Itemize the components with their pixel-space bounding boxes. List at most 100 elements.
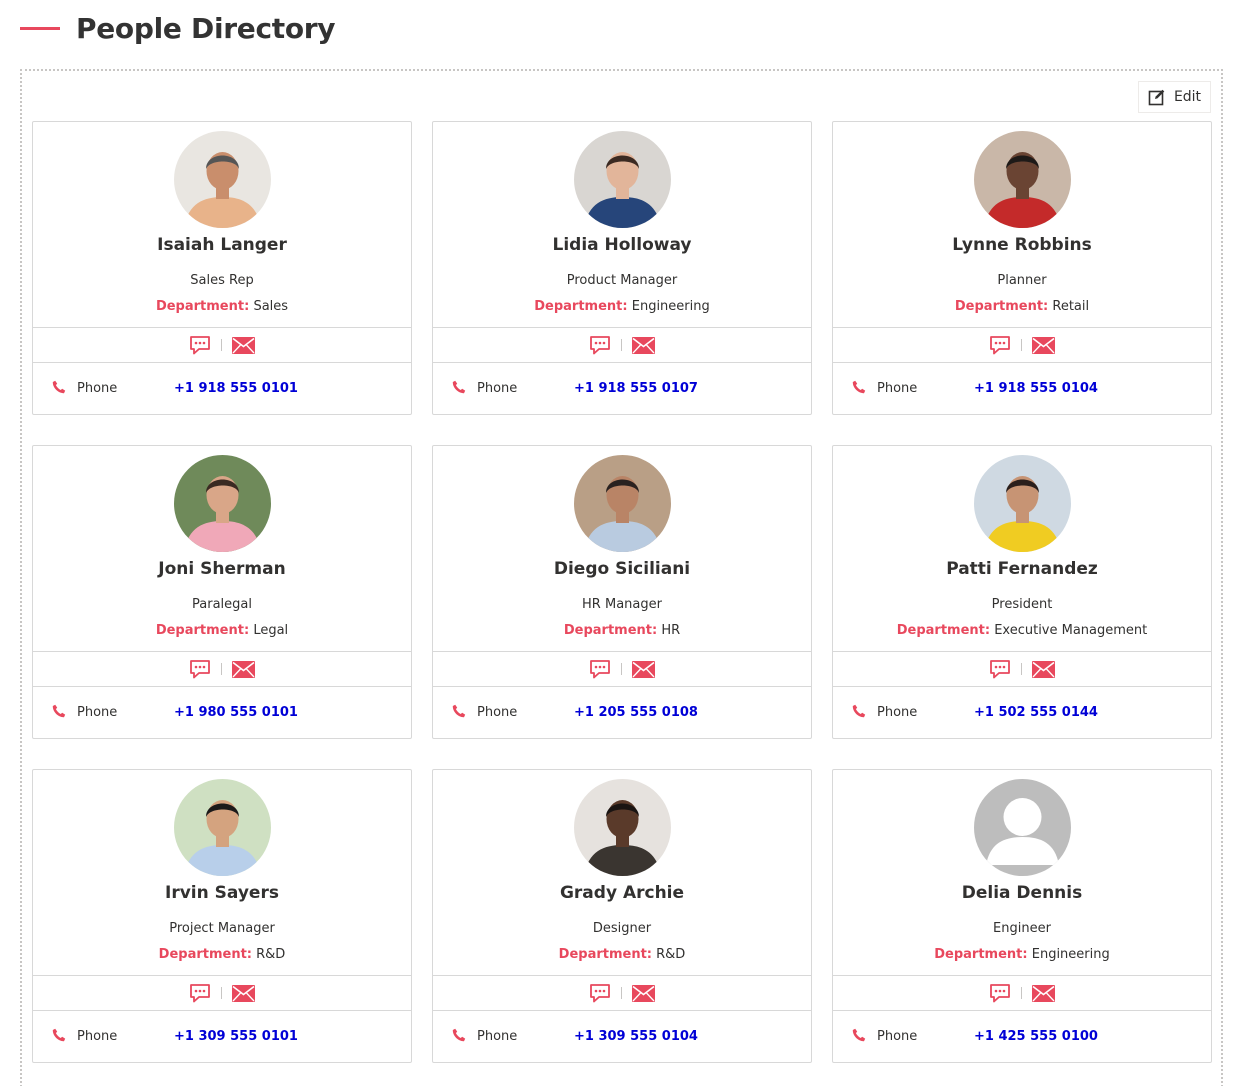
phone-row: Phone +1 425 555 0100 [833, 1011, 1211, 1063]
phone-label: Phone [477, 705, 518, 720]
phone-number-link[interactable]: +1 918 555 0107 [574, 381, 698, 396]
phone-icon [52, 380, 66, 394]
person-name: Lynne Robbins [952, 235, 1092, 255]
phone-number-link[interactable]: +1 205 555 0108 [574, 705, 698, 720]
department-value: Legal [253, 623, 289, 638]
person-department: Department: Sales [33, 299, 411, 314]
phone-label: Phone [77, 705, 118, 720]
edit-button-label: Edit [1173, 89, 1202, 105]
action-separator [1021, 987, 1022, 999]
action-separator [221, 987, 222, 999]
person-job-title: HR Manager [582, 597, 662, 612]
department-value: R&D [256, 947, 286, 962]
phone-label: Phone [877, 705, 918, 720]
contact-actions [833, 652, 1211, 686]
department-value: R&D [656, 947, 686, 962]
person-name: Isaiah Langer [157, 235, 287, 255]
department-value: Sales [253, 299, 289, 314]
phone-icon [852, 704, 866, 718]
person-card: Grady Archie Designer Department: R&D Ph… [432, 769, 812, 1063]
edit-button[interactable]: Edit [1138, 81, 1211, 113]
phone-row: Phone +1 918 555 0104 [833, 363, 1211, 415]
mail-icon[interactable] [1032, 660, 1055, 678]
phone-number-link[interactable]: +1 980 555 0101 [174, 705, 298, 720]
contact-actions [433, 328, 811, 362]
department-label: Department: [934, 947, 1028, 962]
department-value: Engineering [1031, 947, 1110, 962]
person-department: Department: Retail [833, 299, 1211, 314]
person-department: Department: Engineering [833, 947, 1211, 962]
phone-row: Phone +1 309 555 0104 [433, 1011, 811, 1063]
person-photo [974, 455, 1071, 552]
contact-actions [33, 328, 411, 362]
person-name: Diego Siciliani [553, 559, 691, 579]
department-label: Department: [896, 623, 991, 638]
person-photo [974, 131, 1071, 228]
chat-icon[interactable] [989, 335, 1011, 355]
people-webpart: Edit Isaiah Langer Sales Rep Department:… [20, 69, 1223, 1086]
chat-icon[interactable] [189, 659, 211, 679]
department-label: Department: [155, 299, 250, 314]
person-job-title: Product Manager [566, 273, 678, 288]
default-avatar-icon [974, 779, 1071, 876]
phone-row: Phone +1 309 555 0101 [33, 1011, 411, 1063]
action-separator [221, 339, 222, 351]
avatar [174, 779, 271, 876]
mail-icon[interactable] [1032, 336, 1055, 354]
chat-icon[interactable] [989, 659, 1011, 679]
department-label: Department: [534, 299, 628, 314]
phone-number-link[interactable]: +1 309 555 0101 [174, 1029, 298, 1044]
mail-icon[interactable] [232, 660, 255, 678]
phone-number-link[interactable]: +1 918 555 0101 [174, 381, 298, 396]
contact-actions [33, 652, 411, 686]
person-job-title: President [991, 597, 1053, 612]
contact-actions [833, 976, 1211, 1010]
chat-icon[interactable] [589, 335, 611, 355]
person-name: Joni Sherman [158, 559, 286, 579]
chat-icon[interactable] [589, 659, 611, 679]
mail-icon[interactable] [632, 660, 655, 678]
chat-icon[interactable] [189, 983, 211, 1003]
chat-icon[interactable] [189, 335, 211, 355]
department-value: Engineering [631, 299, 710, 314]
phone-label: Phone [477, 381, 518, 396]
mail-icon[interactable] [1032, 984, 1055, 1002]
person-photo [174, 779, 271, 876]
action-separator [621, 663, 622, 675]
department-value: Executive Management [994, 623, 1148, 638]
person-name: Delia Dennis [961, 883, 1083, 903]
phone-number-link[interactable]: +1 425 555 0100 [974, 1029, 1098, 1044]
department-label: Department: [563, 623, 658, 638]
department-label: Department: [558, 947, 652, 962]
action-separator [1021, 663, 1022, 675]
mail-icon[interactable] [232, 336, 255, 354]
page-title: People Directory [76, 11, 336, 45]
contact-actions [833, 328, 1211, 362]
person-photo [174, 131, 271, 228]
phone-number-link[interactable]: +1 918 555 0104 [974, 381, 1098, 396]
title-accent-line [20, 26, 60, 30]
phone-number-link[interactable]: +1 502 555 0144 [974, 705, 1098, 720]
avatar [974, 131, 1071, 228]
chat-icon[interactable] [589, 983, 611, 1003]
phone-number-link[interactable]: +1 309 555 0104 [574, 1029, 698, 1044]
person-name: Lidia Holloway [552, 235, 692, 255]
person-job-title: Project Manager [169, 921, 275, 936]
phone-row: Phone +1 980 555 0101 [33, 687, 411, 739]
contact-actions [33, 976, 411, 1010]
department-label: Department: [954, 299, 1049, 314]
department-value: HR [661, 623, 681, 638]
phone-icon [52, 704, 66, 718]
person-department: Department: R&D [33, 947, 411, 962]
phone-label: Phone [77, 1029, 118, 1044]
chat-icon[interactable] [989, 983, 1011, 1003]
person-name: Patti Fernandez [946, 559, 1098, 579]
mail-icon[interactable] [632, 336, 655, 354]
mail-icon[interactable] [632, 984, 655, 1002]
person-card: Joni Sherman Paralegal Department: Legal… [32, 445, 412, 739]
person-name: Irvin Sayers [165, 883, 279, 903]
phone-label: Phone [477, 1029, 518, 1044]
phone-label: Phone [877, 381, 918, 396]
mail-icon[interactable] [232, 984, 255, 1002]
contact-actions [433, 976, 811, 1010]
